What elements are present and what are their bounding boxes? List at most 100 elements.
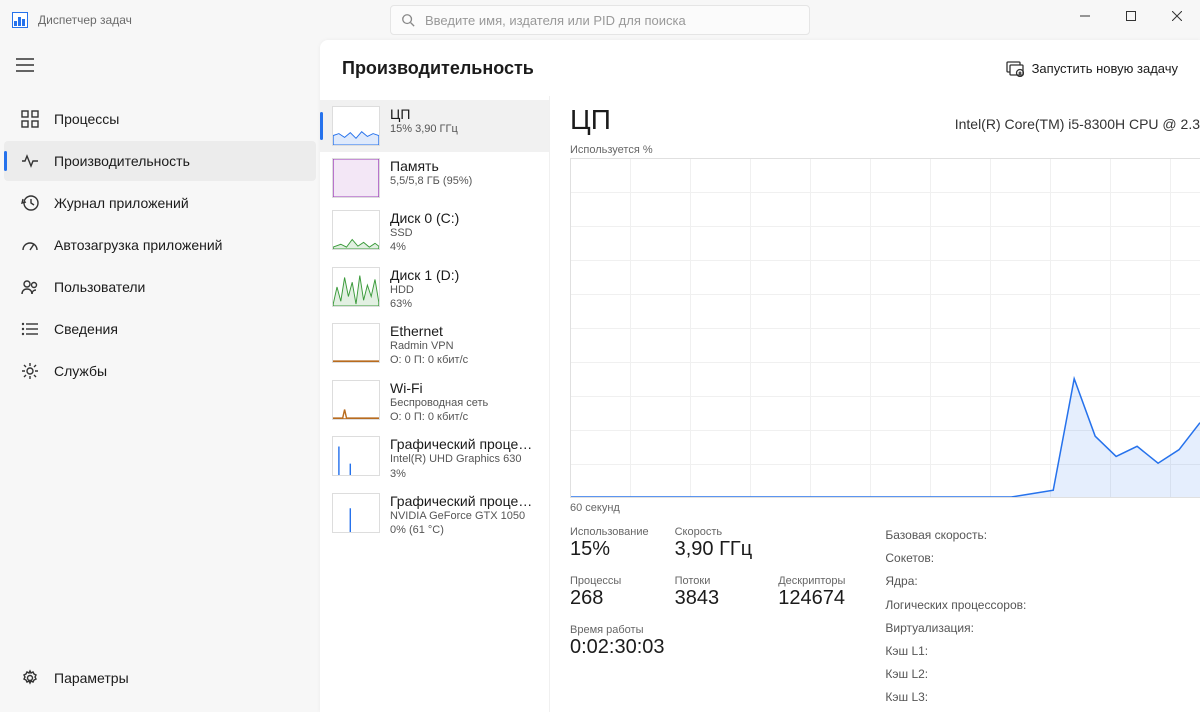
nav-services[interactable]: Службы xyxy=(4,351,316,391)
stat-processes-value: 268 xyxy=(570,587,649,610)
perf-item-sub2: О: 0 П: 0 кбит/с xyxy=(390,410,488,424)
perf-thumb xyxy=(332,323,380,363)
perf-list: ЦП 15% 3,90 ГГц Память 5,5/5,8 ГБ (95%) … xyxy=(320,96,550,712)
nav-label: Параметры xyxy=(54,670,129,686)
perf-item-name: Графический процессор 1 xyxy=(390,493,537,509)
detail-title: ЦП xyxy=(570,104,955,136)
perf-item-sub1: 5,5/5,8 ГБ (95%) xyxy=(390,174,472,188)
perf-item-2[interactable]: Диск 0 (C:) SSD 4% xyxy=(320,204,549,261)
perf-item-name: Память xyxy=(390,158,472,174)
list-icon xyxy=(20,319,40,339)
sidebar: Процессы Производительность Журнал прило… xyxy=(0,40,320,712)
stat-handles-label: Дескрипторы xyxy=(778,575,845,587)
nav-history[interactable]: Журнал приложений xyxy=(4,183,316,223)
nav-label: Процессы xyxy=(54,111,119,127)
perf-item-name: Диск 1 (D:) xyxy=(390,267,459,283)
app-title: Диспетчер задач xyxy=(38,13,132,27)
perf-item-name: Ethernet xyxy=(390,323,468,339)
nav-details[interactable]: Сведения xyxy=(4,309,316,349)
info-virtualization: Виртуализация: xyxy=(885,619,1026,638)
nav-label: Службы xyxy=(54,363,107,379)
nav-settings[interactable]: Параметры xyxy=(4,658,316,698)
stat-usage-label: Использование xyxy=(570,526,649,538)
nav-label: Пользователи xyxy=(54,279,145,295)
perf-item-sub1: Radmin VPN xyxy=(390,339,468,353)
perf-item-sub1: SSD xyxy=(390,226,459,240)
perf-item-3[interactable]: Диск 1 (D:) HDD 63% xyxy=(320,261,549,318)
nav-label: Автозагрузка приложений xyxy=(54,237,223,253)
nav-label: Сведения xyxy=(54,321,118,337)
info-cores: Ядра: xyxy=(885,572,1026,591)
info-l1: Кэш L1: xyxy=(885,642,1026,661)
stat-processes-label: Процессы xyxy=(570,575,649,587)
info-sockets: Сокетов: xyxy=(885,549,1026,568)
hamburger-button[interactable] xyxy=(0,52,320,83)
perf-thumb xyxy=(332,380,380,420)
nav-users[interactable]: Пользователи xyxy=(4,267,316,307)
stat-usage-value: 15% xyxy=(570,538,649,561)
nav-performance[interactable]: Производительность xyxy=(4,141,316,181)
perf-item-4[interactable]: Ethernet Radmin VPN О: 0 П: 0 кбит/с xyxy=(320,317,549,374)
nav-startup[interactable]: Автозагрузка приложений xyxy=(4,225,316,265)
perf-item-sub1: Intel(R) UHD Graphics 630 xyxy=(390,452,537,466)
search-box[interactable] xyxy=(390,5,810,35)
stat-speed-label: Скорость xyxy=(675,526,753,538)
perf-item-name: Wi-Fi xyxy=(390,380,488,396)
gear-icon xyxy=(20,361,40,381)
perf-thumb xyxy=(332,158,380,198)
pulse-icon xyxy=(20,151,40,171)
run-task-button[interactable]: Запустить новую задачу xyxy=(1006,59,1178,77)
perf-item-name: Диск 0 (C:) xyxy=(390,210,459,226)
perf-item-sub2: 63% xyxy=(390,297,459,311)
maximize-button[interactable] xyxy=(1108,0,1154,32)
perf-item-sub1: HDD xyxy=(390,283,459,297)
nav-label: Производительность xyxy=(54,153,190,169)
page-title: Производительность xyxy=(342,58,1006,79)
perf-thumb xyxy=(332,106,380,146)
perf-item-0[interactable]: ЦП 15% 3,90 ГГц xyxy=(320,100,549,152)
stat-uptime-label: Время работы xyxy=(570,624,845,636)
perf-item-sub1: Беспроводная сеть xyxy=(390,396,488,410)
perf-item-sub2: 0% (61 °C) xyxy=(390,523,537,537)
perf-thumb xyxy=(332,493,380,533)
perf-item-1[interactable]: Память 5,5/5,8 ГБ (95%) xyxy=(320,152,549,204)
perf-item-5[interactable]: Wi-Fi Беспроводная сеть О: 0 П: 0 кбит/с xyxy=(320,374,549,431)
settings-icon xyxy=(20,668,40,688)
perf-item-7[interactable]: Графический процессор 1 NVIDIA GeForce G… xyxy=(320,487,549,544)
history-icon xyxy=(20,193,40,213)
search-icon xyxy=(401,13,415,27)
run-task-icon xyxy=(1006,59,1024,77)
perf-thumb xyxy=(332,436,380,476)
nav-processes[interactable]: Процессы xyxy=(4,99,316,139)
info-logical: Логических процессоров: xyxy=(885,596,1026,615)
chart-top-label: Используется % xyxy=(570,144,1200,156)
stat-threads-label: Потоки xyxy=(675,575,753,587)
info-l3: Кэш L3: xyxy=(885,688,1026,707)
perf-item-6[interactable]: Графический процессор 0 Intel(R) UHD Gra… xyxy=(320,430,549,487)
perf-thumb xyxy=(332,210,380,250)
perf-item-name: Графический процессор 0 xyxy=(390,436,537,452)
nav-label: Журнал приложений xyxy=(54,195,189,211)
perf-item-sub1: NVIDIA GeForce GTX 1050 xyxy=(390,509,537,523)
perf-item-sub1: 15% 3,90 ГГц xyxy=(390,122,458,136)
stat-speed-value: 3,90 ГГц xyxy=(675,538,753,561)
stat-threads-value: 3843 xyxy=(675,587,753,610)
info-l2: Кэш L2: xyxy=(885,665,1026,684)
close-button[interactable] xyxy=(1154,0,1200,32)
grid-icon xyxy=(20,109,40,129)
info-base-speed: Базовая скорость: xyxy=(885,526,1026,545)
cpu-chart xyxy=(570,158,1200,498)
perf-item-sub2: О: 0 П: 0 кбит/с xyxy=(390,353,468,367)
stat-uptime-value: 0:02:30:03 xyxy=(570,636,845,659)
stat-handles-value: 124674 xyxy=(778,587,845,610)
users-icon xyxy=(20,277,40,297)
run-task-label: Запустить новую задачу xyxy=(1032,61,1178,76)
perf-thumb xyxy=(332,267,380,307)
chart-axis-label: 60 секунд xyxy=(570,502,1200,514)
gauge-icon xyxy=(20,235,40,255)
minimize-button[interactable] xyxy=(1062,0,1108,32)
search-input[interactable] xyxy=(425,13,799,28)
detail-panel: ЦП Intel(R) Core(TM) i5-8300H CPU @ 2.3 … xyxy=(550,96,1200,712)
perf-item-name: ЦП xyxy=(390,106,458,122)
perf-item-sub2: 3% xyxy=(390,467,537,481)
